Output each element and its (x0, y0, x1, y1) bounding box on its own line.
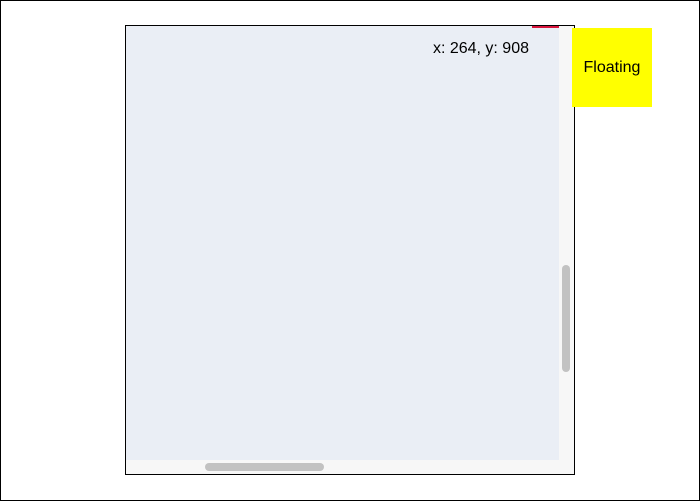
red-marker (532, 26, 559, 28)
horizontal-scrollbar-thumb[interactable] (205, 463, 324, 471)
floating-box[interactable]: Floating (572, 28, 652, 107)
scroll-content: x: 264, y: 908 (126, 26, 559, 460)
vertical-scrollbar-thumb[interactable] (562, 265, 570, 372)
coordinates-readout: x: 264, y: 908 (432, 40, 529, 57)
scroll-container[interactable]: x: 264, y: 908 (125, 25, 575, 475)
horizontal-scrollbar[interactable] (126, 460, 559, 474)
